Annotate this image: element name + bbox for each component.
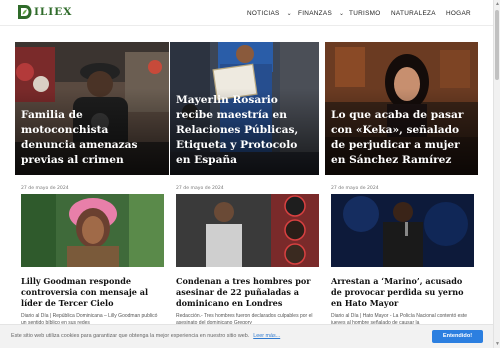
hero-title: Mayerlin Rosario recibe maestría en Rela… [176,94,299,166]
scroll-up-arrow-icon[interactable]: ▲ [494,0,500,8]
nav-label: TURISMO [349,9,381,17]
leaf-d-logo-icon [18,5,32,19]
nav-label: FINANZAS [298,9,333,17]
hero-title: Familia de motoconchista denuncia amenaz… [21,109,138,166]
page-scrollbar[interactable]: ▲ ▼ [493,0,500,348]
article-title: Lilly Goodman responde controversia con … [21,276,149,309]
nav-naturaleza[interactable]: NATURALEZA [391,0,436,26]
accept-cookies-button[interactable]: Entendido! [432,330,483,343]
nav-finanzas[interactable]: FINANZAS ⌄ [298,0,344,26]
article-card-1[interactable]: 27 de mayo de 2024 Lilly Goodman respond… [21,184,164,328]
article-date: 27 de mayo de 2024 [176,186,224,191]
read-more-link[interactable]: Leer más... [253,333,280,339]
nav-label: HOGAR [446,9,471,17]
singer-portrait-photo [21,194,164,267]
nav-label: NATURALEZA [391,9,436,17]
article-card-2[interactable]: 27 de mayo de 2024 Condenan a tres hombr… [176,184,319,328]
nav-label: NOTICIAS [247,9,280,17]
nav-hogar[interactable]: HOGAR [446,0,471,26]
cookie-text: Este sitio web utiliza cookies para gara… [11,333,250,339]
logo-text: ILIEX [34,6,73,18]
chevron-down-icon: ⌄ [339,10,345,17]
cookie-banner: Este sitio web utiliza cookies para gara… [0,324,493,348]
article-date: 27 de mayo de 2024 [21,186,69,191]
article-title: Condenan a tres hombres por asesinar de … [176,276,311,309]
hero-article-2[interactable]: Mayerlin Rosario recibe maestría en Rela… [170,42,319,175]
scroll-thumb[interactable] [495,10,499,80]
hero-article-1[interactable]: Familia de motoconchista denuncia amenaz… [15,42,169,175]
nav-turismo[interactable]: TURISMO [349,0,381,26]
site-header: ILIEX NOTICIAS ⌄ FINANZAS ⌄ TURISMO NATU… [0,0,493,26]
cookie-message: Este sitio web utiliza cookies para gara… [11,333,280,339]
site-logo[interactable]: ILIEX [15,3,72,21]
man-with-microphone-photo [331,194,474,267]
scroll-down-arrow-icon[interactable]: ▼ [494,340,500,348]
nav-noticias[interactable]: NOTICIAS ⌄ [247,0,292,26]
chevron-down-icon: ⌄ [286,10,292,17]
article-title: Arrestan a ‘Marino’, acusado de provocar… [331,276,464,309]
suspects-photo [176,194,319,267]
article-card-3[interactable]: 27 de mayo de 2024 Arrestan a ‘Marino’, … [331,184,474,328]
hero-article-3[interactable]: Lo que acaba de pasar con «Keka», señala… [325,42,478,175]
article-date: 27 de mayo de 2024 [331,186,379,191]
hero-title: Lo que acaba de pasar con «Keka», señala… [331,109,464,166]
